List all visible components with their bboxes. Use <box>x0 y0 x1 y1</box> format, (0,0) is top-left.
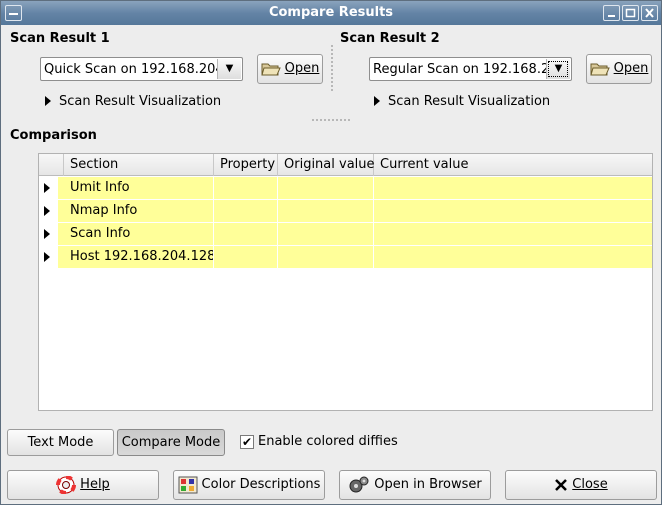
colored-diffies-checkbox[interactable]: ✔ <box>240 435 254 449</box>
help-button[interactable]: Help <box>7 470 159 500</box>
pane-separator-vertical[interactable] <box>331 45 333 93</box>
cell-original-value <box>278 200 374 222</box>
open-scan-1-label: Open <box>284 61 320 76</box>
compare-results-window: Compare Results Scan Result 1 Quick Scan… <box>0 0 662 505</box>
scan-result-1-combo[interactable]: Quick Scan on 192.168.204 ▼ <box>40 57 243 81</box>
column-header-current-value[interactable]: Current value <box>374 154 652 176</box>
cell-original-value <box>278 177 374 199</box>
color-palette-icon <box>178 476 198 493</box>
open-scan-2-label: Open <box>613 61 649 76</box>
scan-1-visualization-label: Scan Result Visualization <box>59 94 222 109</box>
expander-column-header[interactable] <box>39 154 64 176</box>
cell-current-value <box>374 200 652 222</box>
scan-result-2-combo-value: Regular Scan on 192.168.2 <box>373 62 550 77</box>
table-row[interactable]: Scan Info <box>39 223 652 245</box>
folder-open-icon <box>589 63 610 75</box>
open-scan-1-button[interactable]: Open <box>257 54 323 84</box>
title-bar[interactable]: Compare Results <box>1 1 661 25</box>
table-row[interactable]: Host 192.168.204.128 <box>39 246 652 268</box>
maximize-button[interactable] <box>622 5 639 21</box>
scan-result-1-label: Scan Result 1 <box>10 31 110 46</box>
maximize-icon <box>625 8 636 18</box>
cell-section: Scan Info <box>58 223 214 245</box>
window-close-button[interactable] <box>641 5 658 21</box>
cell-property <box>214 177 278 199</box>
colored-diffies-label[interactable]: Enable colored diffies <box>258 434 398 449</box>
cell-property <box>214 223 278 245</box>
row-expander-icon[interactable] <box>44 183 50 193</box>
x-icon <box>555 478 568 491</box>
color-descriptions-label: Color Descriptions <box>201 477 321 492</box>
cell-section: Host 192.168.204.128 <box>58 246 214 268</box>
open-in-browser-label: Open in Browser <box>374 477 482 492</box>
scan-result-2-combo[interactable]: Regular Scan on 192.168.2 ▼ <box>369 57 572 81</box>
folder-open-icon <box>260 63 281 75</box>
close-icon <box>645 8 654 18</box>
pane-separator-horizontal[interactable] <box>312 119 352 121</box>
open-in-browser-button[interactable]: Open in Browser <box>339 470 491 500</box>
scan-result-1-combo-value: Quick Scan on 192.168.204 <box>44 62 224 77</box>
table-row[interactable]: Umit Info <box>39 177 652 199</box>
cell-current-value <box>374 246 652 268</box>
scan-2-visualization-label: Scan Result Visualization <box>388 94 551 109</box>
compare-mode-button[interactable]: Compare Mode <box>117 429 225 456</box>
cell-section: Umit Info <box>58 177 214 199</box>
close-button[interactable]: Close <box>505 470 657 500</box>
lifebuoy-icon <box>56 475 77 494</box>
cell-property <box>214 200 278 222</box>
column-header-property[interactable]: Property <box>214 154 278 176</box>
cell-property <box>214 246 278 268</box>
column-header-original-value[interactable]: Original value <box>278 154 375 176</box>
open-scan-2-button[interactable]: Open <box>586 54 652 84</box>
comparison-label: Comparison <box>10 128 97 143</box>
color-descriptions-button[interactable]: Color Descriptions <box>173 470 325 500</box>
row-expander-icon[interactable] <box>44 229 50 239</box>
minimize-icon <box>608 15 615 17</box>
help-label: Help <box>80 477 110 492</box>
scan-result-2-label: Scan Result 2 <box>340 31 440 46</box>
column-header-section[interactable]: Section <box>64 154 214 176</box>
scan-1-visualization-expander[interactable]: Scan Result Visualization <box>45 94 221 109</box>
row-expander-icon[interactable] <box>44 252 50 262</box>
window-title: Compare Results <box>268 5 394 20</box>
scan-2-visualization-expander[interactable]: Scan Result Visualization <box>374 94 550 109</box>
gears-icon <box>349 476 369 492</box>
cell-section: Nmap Info <box>58 200 214 222</box>
minimize-button[interactable] <box>603 5 620 21</box>
expander-arrow-icon <box>45 96 51 106</box>
combo-dropdown-arrow[interactable]: ▼ <box>217 59 241 79</box>
table-row[interactable]: Nmap Info <box>39 200 652 222</box>
text-mode-button[interactable]: Text Mode <box>7 429 114 456</box>
tree-header: Section Property Original value Current … <box>39 154 652 176</box>
cell-original-value <box>278 246 374 268</box>
cell-original-value <box>278 223 374 245</box>
combo-dropdown-arrow[interactable]: ▼ <box>546 59 570 79</box>
expander-arrow-icon <box>374 96 380 106</box>
close-label: Close <box>572 477 608 492</box>
cell-current-value <box>374 223 652 245</box>
row-expander-icon[interactable] <box>44 206 50 216</box>
comparison-tree[interactable]: Section Property Original value Current … <box>38 153 653 411</box>
cell-current-value <box>374 177 652 199</box>
